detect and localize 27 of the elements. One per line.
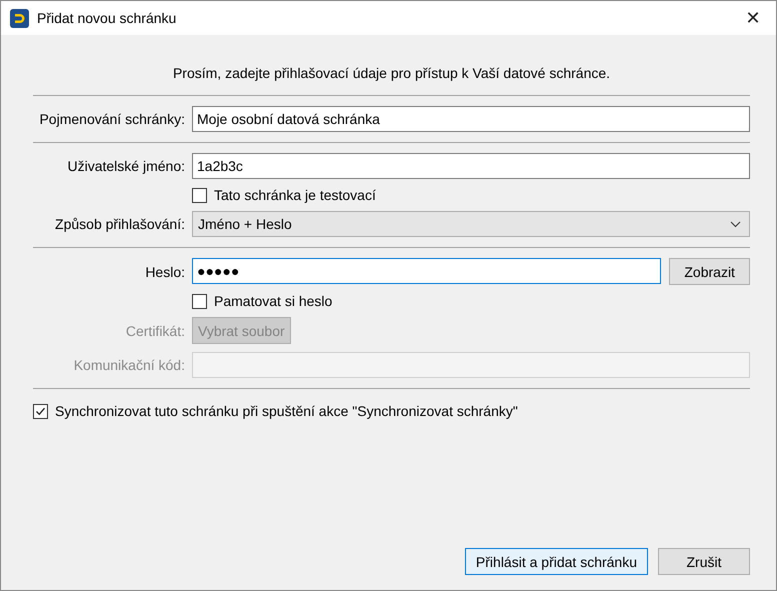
checkbox-label: Pamatovat si heslo [214, 293, 332, 309]
chevron-down-icon [730, 220, 741, 228]
field-label: Pojmenování schránky: [38, 111, 185, 127]
field-label: Heslo: [144, 264, 185, 280]
input-field[interactable]: 1a2b3c [192, 153, 750, 179]
checkbox[interactable]: Synchronizovat tuto schránku při spuštění akce "Synchronizovat schránky" [33, 403, 750, 419]
show-button[interactable]: Zobrazit [669, 258, 750, 285]
field-label: Certifikát: [124, 322, 185, 338]
checkbox[interactable]: Pamatovat si heslo [192, 293, 750, 309]
window-title: Přidat novou schránku [37, 10, 178, 26]
close-button[interactable]: ✕ [730, 1, 776, 35]
field-label: Komunikační kód: [72, 357, 185, 373]
app-logo-icon [10, 8, 29, 28]
checkbox[interactable]: Tato schránka je testovací [192, 187, 750, 203]
input-field[interactable]: Moje osobní datová schránka [192, 106, 750, 132]
instruction-text: Prosím, zadejte přihlašovací údaje pro přístup k Vaší datové schránce. [172, 65, 610, 81]
dropdown[interactable]: Jméno + Heslo [192, 211, 750, 237]
checkbox-box[interactable] [192, 294, 207, 308]
checkbox-box[interactable] [33, 404, 48, 418]
checkbox-box[interactable] [192, 188, 207, 202]
cancel-button[interactable]: Zrušit [658, 548, 750, 575]
password-field[interactable]: ●●●●● [192, 258, 662, 284]
checkbox-label: Synchronizovat tuto schránku při spuštění akce "Synchronizovat schránky" [55, 403, 518, 419]
field-label: Uživatelské jméno: [66, 158, 185, 174]
checkbox-label: Tato schránka je testovací [214, 187, 376, 203]
login-button[interactable]: Přihlásit a přidat schránku [464, 548, 648, 575]
field-label: Způsob přihlašování: [54, 216, 185, 232]
